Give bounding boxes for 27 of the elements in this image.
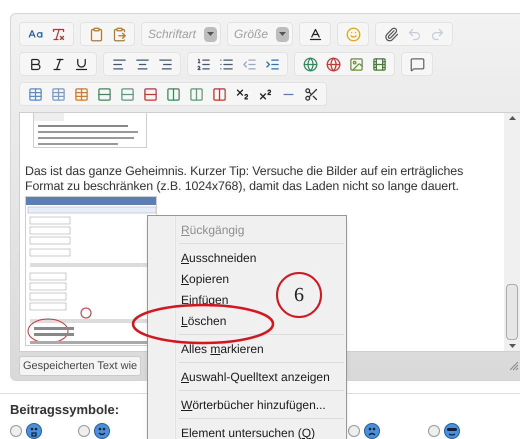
radio-button[interactable]	[78, 424, 90, 436]
restore-text-button[interactable]: Gespeicherten Text wie	[19, 356, 142, 376]
post-icons-title: Beitragssymbole:	[10, 401, 120, 419]
scroll-up-icon[interactable]	[508, 116, 516, 120]
scared-emoticon-icon	[26, 422, 42, 438]
menu-item[interactable]: Ausschneiden	[181, 248, 256, 266]
scroll-down-icon[interactable]	[508, 344, 516, 348]
menu-item[interactable]: Löschen	[181, 312, 226, 330]
sad-emoticon-icon	[364, 422, 380, 438]
scrollbar[interactable]	[504, 113, 520, 351]
dropdown-arrow-icon	[276, 26, 289, 42]
menu-item[interactable]: Auswahl-Quelltext anzeigen	[181, 368, 330, 386]
menu-item[interactable]: Wörterbücher hinzufügen...	[181, 396, 326, 414]
radio-button[interactable]	[10, 424, 22, 436]
dropdown-arrow-icon	[204, 26, 217, 42]
menu-item[interactable]: Einfügen	[181, 290, 228, 308]
menu-item[interactable]: Element untersuchen (Q)	[181, 424, 316, 439]
cool-emoticon-icon	[444, 422, 460, 438]
menu-item[interactable]: Kopieren	[181, 270, 230, 288]
scrollbar-thumb[interactable]	[506, 284, 518, 340]
smile-emoticon-icon	[94, 422, 110, 438]
number-annotation: 6	[276, 272, 322, 318]
radio-button[interactable]	[348, 424, 360, 436]
menu-item[interactable]: Alles markieren	[181, 340, 264, 358]
resize-handle-icon[interactable]	[509, 361, 519, 371]
radio-button[interactable]	[428, 424, 440, 436]
paragraph: Das ist das ganze Geheimnis. Kurzer Tip: Versuche die Bilder auf ein erträgliches Format zu beschränken (z.B. 1024x768), damit das Laden nicht so lange dauert.	[25, 164, 464, 194]
